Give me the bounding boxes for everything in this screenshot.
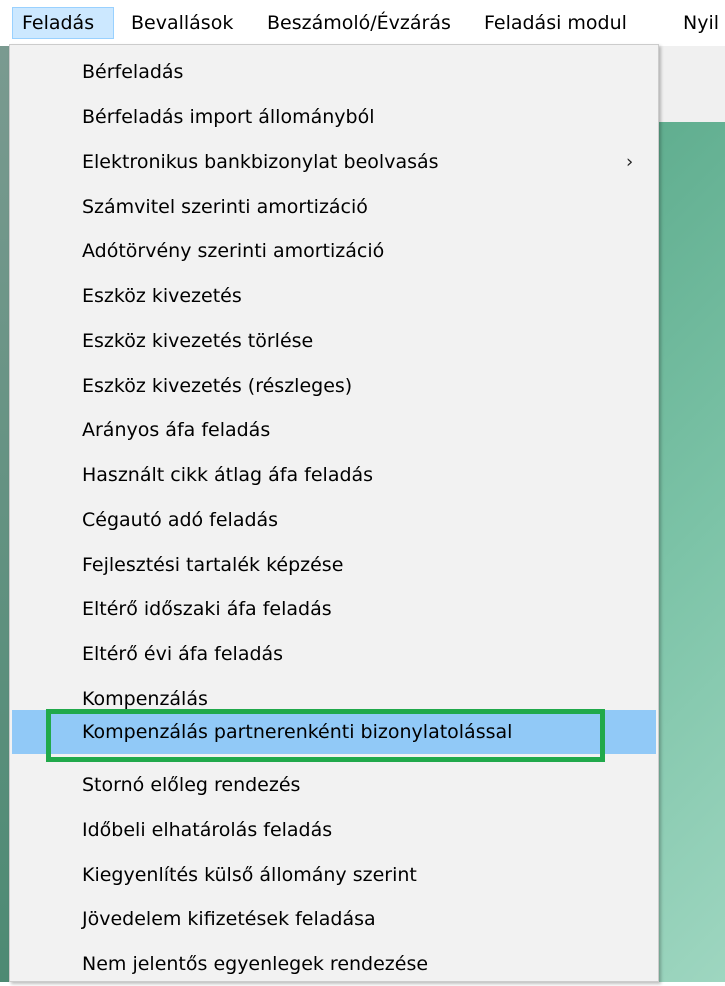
menu-feladasi-modul[interactable]: Feladási modul: [484, 7, 627, 39]
menu-nyil[interactable]: Nyil: [683, 7, 719, 39]
feladas-dropdown-menu: Bérfeladás Bérfeladás import állományból…: [9, 44, 659, 982]
menu-item-kompenzalas-partnerenkenti[interactable]: Kompenzálás partnerenkénti bizonylatolás…: [12, 710, 656, 754]
menu-item-eltero-evi-afa[interactable]: Eltérő évi áfa feladás: [12, 632, 656, 676]
menu-item-storno-eloleg[interactable]: Stornó előleg rendezés: [12, 763, 656, 807]
menu-item-hasznalt-cikk-afa[interactable]: Használt cikk átlag áfa feladás: [12, 453, 656, 497]
menu-beszamolo-evzaras[interactable]: Beszámoló/Évzárás: [267, 7, 451, 39]
menu-item-elektronikus-bankbizonylat[interactable]: Elektronikus bankbizonylat beolvasás ›: [12, 140, 656, 184]
menu-item-cegauto-ado[interactable]: Cégautó adó feladás: [12, 498, 656, 542]
menu-feladas[interactable]: Feladás: [12, 7, 114, 39]
menu-bevallasok[interactable]: Bevallások: [131, 7, 233, 39]
menu-item-berfeladas-import[interactable]: Bérfeladás import állományból: [12, 95, 656, 139]
menu-item-eszkoz-kivezetes-torlese[interactable]: Eszköz kivezetés törlése: [12, 319, 656, 363]
menu-item-berfeladas[interactable]: Bérfeladás: [12, 50, 656, 94]
menu-bar: Feladás Bevallások Beszámoló/Évzárás Fel…: [0, 0, 725, 46]
menu-item-adotorveny-amortizacio[interactable]: Adótörvény szerinti amortizáció: [12, 229, 656, 273]
menu-item-idobeli-elhatarolas[interactable]: Időbeli elhatárolás feladás: [12, 808, 656, 852]
menu-item-kiegyenlites-kulso[interactable]: Kiegyenlítés külső állomány szerint: [12, 853, 656, 897]
menu-item-aranyos-afa[interactable]: Arányos áfa feladás: [12, 408, 656, 452]
menu-item-jovedelem-kifizetesek[interactable]: Jövedelem kifizetések feladása: [12, 897, 656, 941]
chevron-right-icon: ›: [626, 151, 634, 173]
menu-item-fejlesztesi-tartalek[interactable]: Fejlesztési tartalék képzése: [12, 543, 656, 587]
menu-item-eltero-idoszaki-afa[interactable]: Eltérő időszaki áfa feladás: [12, 587, 656, 631]
menu-item-nem-jelentos-egyenlegek[interactable]: Nem jelentős egyenlegek rendezése: [12, 942, 656, 986]
menu-item-szamvitel-amortizacio[interactable]: Számvitel szerinti amortizáció: [12, 185, 656, 229]
menu-item-eszkoz-kivezetes-reszleges[interactable]: Eszköz kivezetés (részleges): [12, 364, 656, 408]
menu-item-eszkoz-kivezetes[interactable]: Eszköz kivezetés: [12, 274, 656, 318]
